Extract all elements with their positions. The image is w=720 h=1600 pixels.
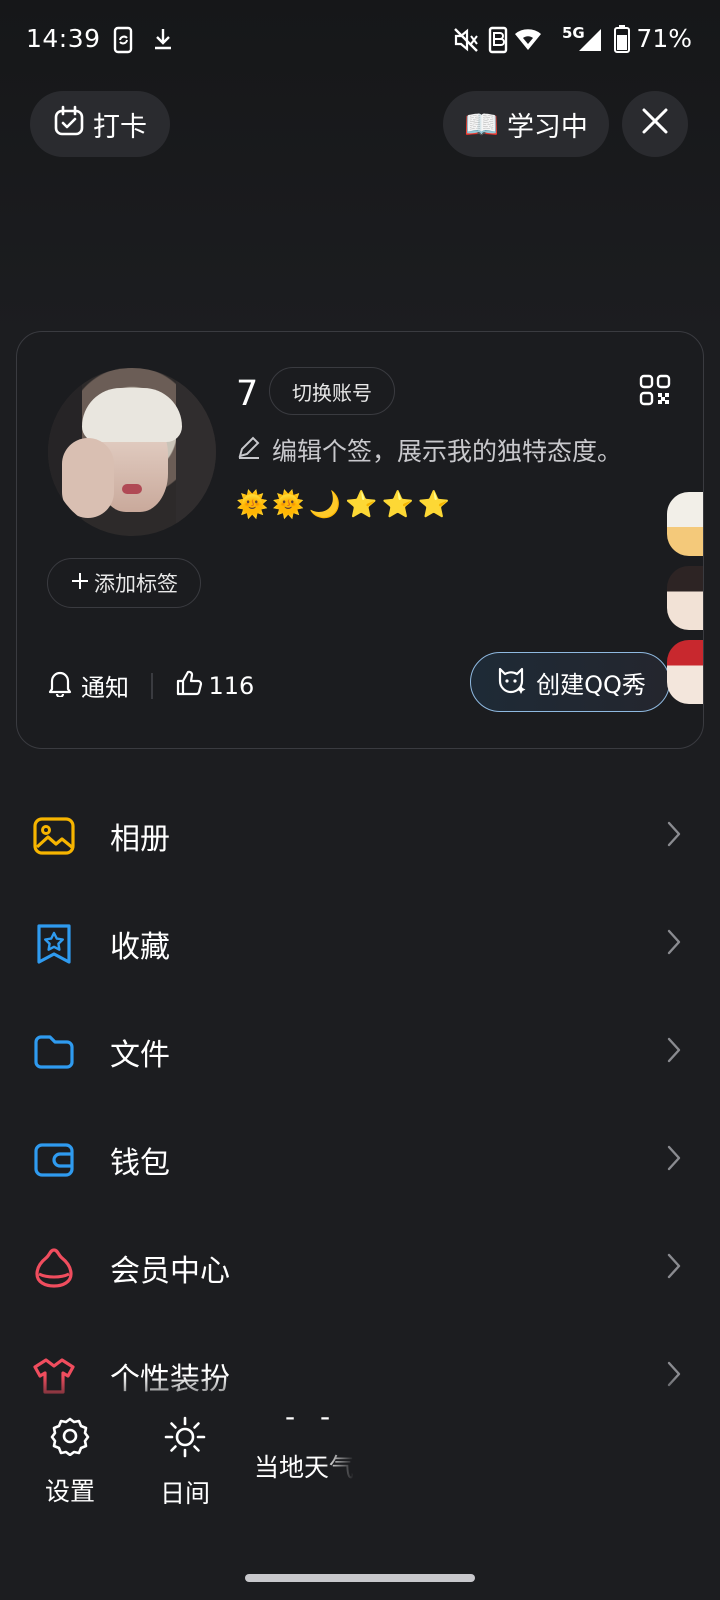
avatar[interactable] [48, 368, 216, 536]
close-button[interactable] [622, 91, 688, 157]
gear-icon [50, 1416, 90, 1460]
signature-text: 编辑个签，展示我的独特态度。 [272, 437, 623, 466]
study-label: 学习中 [506, 111, 588, 143]
vip-icon [32, 1246, 76, 1290]
menu-item-album[interactable]: 相册 [0, 782, 720, 890]
download-icon [152, 26, 174, 56]
avatar-hair [82, 388, 182, 442]
avatar-hand [62, 438, 114, 518]
day-mode-label: 日间 [159, 1479, 210, 1508]
sun-icon [164, 1416, 206, 1462]
sticker-character-1 [667, 492, 703, 556]
avatar-lips [122, 484, 142, 494]
chevron-right-icon [666, 820, 682, 852]
status-icons[interactable]: 🌞 🌞 🌙 ⭐ ⭐ ⭐ [236, 490, 450, 520]
card-footer: 通知 116 [47, 668, 254, 703]
chevron-right-icon [666, 1036, 682, 1068]
menu-label: 文件 [110, 1038, 170, 1073]
menu-label: 相册 [110, 822, 170, 857]
battery-percent: 71% [636, 24, 692, 53]
sun-icon: 🌞 [272, 490, 305, 520]
pencil-icon [236, 434, 262, 466]
qq-show-icon [494, 663, 528, 701]
chevron-right-icon [666, 1144, 682, 1176]
signal-icon [578, 28, 602, 56]
menu-label: 收藏 [110, 930, 170, 965]
status-time: 14:39 [26, 24, 101, 53]
weather-button[interactable]: - - 当地天气 [0, 1400, 720, 1500]
weather-value: - - [285, 1400, 339, 1433]
add-tag-button[interactable]: 添加标签 [47, 558, 201, 608]
battery-icon [614, 25, 630, 57]
home-indicator[interactable] [245, 1574, 475, 1582]
mute-icon [452, 26, 480, 58]
wallet-icon [32, 1138, 76, 1182]
sticker-character-2 [667, 566, 703, 630]
profile-card: 7 切换账号 编辑个签，展示我的独特态度。 🌞 🌞 🌙 ⭐ ⭐ ⭐ 添加标签 通… [16, 331, 704, 749]
day-mode-button[interactable]: 日间 [155, 1416, 215, 1510]
moon-icon: 🌙 [308, 490, 342, 520]
checkin-label: 打卡 [93, 111, 147, 143]
notify-button[interactable]: 通知 [47, 668, 129, 703]
switch-account-button[interactable]: 切换账号 [269, 367, 395, 415]
likes-button[interactable]: 116 [175, 669, 255, 703]
sticker-character-3 [667, 640, 703, 704]
peek-stickers[interactable] [657, 492, 703, 712]
notify-label: 通知 [81, 674, 129, 702]
checkin-button[interactable]: 打卡 [30, 91, 170, 157]
menu-item-favorites[interactable]: 收藏 [0, 890, 720, 998]
settings-button[interactable]: 设置 [40, 1416, 100, 1508]
star-icon: ⭐ [417, 490, 451, 520]
data-saver-icon [488, 26, 508, 58]
username: 7 [236, 374, 259, 414]
status-bar: 14:39 5G 71% [0, 0, 720, 80]
thumbs-up-icon [175, 669, 203, 703]
chevron-right-icon [666, 1252, 682, 1284]
menu-label: 钱包 [110, 1146, 170, 1181]
create-show-label: 创建QQ秀 [536, 670, 646, 699]
open-book-icon: 📖 [464, 107, 499, 141]
album-icon [32, 814, 76, 858]
wifi-icon [514, 26, 542, 56]
menu-item-files[interactable]: 文件 [0, 998, 720, 1106]
phone-sync-icon [112, 26, 136, 58]
bottom-bar: 设置 日间 - - 当地天气 [0, 1400, 720, 1600]
close-icon [641, 107, 669, 142]
menu-item-wallet[interactable]: 钱包 [0, 1106, 720, 1214]
menu-label: 会员中心 [110, 1254, 230, 1289]
menu-item-vip-center[interactable]: 会员中心 [0, 1214, 720, 1322]
calendar-check-icon [53, 105, 85, 144]
favorites-icon [32, 922, 76, 966]
create-qq-show-button[interactable]: 创建QQ秀 [470, 652, 670, 712]
study-status-button[interactable]: 📖 学习中 [443, 91, 609, 157]
settings-label: 设置 [44, 1477, 95, 1506]
folder-icon [32, 1030, 76, 1074]
footer-divider [151, 672, 153, 699]
bell-icon [47, 669, 73, 703]
signature-edit[interactable]: 编辑个签，展示我的独特态度。 [236, 432, 622, 468]
sun-icon: 🌞 [236, 490, 269, 520]
add-tag-label: 添加标签 [94, 572, 178, 596]
plus-icon [70, 571, 90, 596]
chevron-right-icon [666, 928, 682, 960]
weather-label: 当地天气 [254, 1453, 354, 1482]
avatar-hood-right [176, 368, 216, 536]
likes-count: 116 [208, 671, 255, 700]
star-icon: ⭐ [345, 490, 378, 520]
star-icon: ⭐ [381, 490, 414, 520]
qr-code-icon[interactable] [639, 374, 671, 410]
